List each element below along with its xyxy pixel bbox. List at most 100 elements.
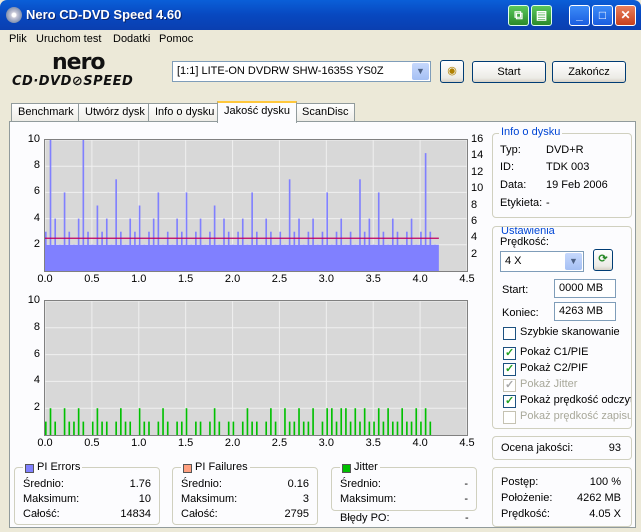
- tab-utworz-dysk[interactable]: Utwórz dysk: [78, 103, 152, 122]
- disc-type-value: DVD+R: [546, 144, 584, 156]
- x-tick-label: 4.5: [459, 437, 475, 449]
- bar: [91, 244, 94, 271]
- x-tick-label: 2.0: [224, 273, 241, 285]
- x-tick-label: 0.5: [84, 437, 100, 449]
- bar: [148, 231, 150, 271]
- bar: [420, 231, 422, 271]
- quick-scan-checkbox[interactable]: [503, 327, 516, 340]
- stop-button[interactable]: Zakończ: [552, 61, 626, 83]
- chevron-down-icon[interactable]: ▼: [565, 253, 582, 270]
- minimize-button[interactable]: _: [569, 5, 590, 26]
- bar: [157, 421, 160, 435]
- show-read-speed-label: Pokaż prędkość odczytu: [520, 394, 632, 406]
- bar: [424, 153, 427, 271]
- drive-select[interactable]: [1:1] LITE-ON DVDRW SHW-1635S YS0Z ▼: [172, 61, 431, 82]
- pie-avg-label: Średnio:: [23, 478, 64, 490]
- bar: [143, 244, 146, 271]
- bar: [288, 179, 291, 271]
- bar: [129, 218, 132, 271]
- bar: [387, 408, 389, 435]
- menu-pomoc[interactable]: Pomoc: [159, 33, 193, 45]
- bar: [54, 218, 57, 271]
- bar: [49, 140, 52, 271]
- pif-total-value: 2795: [284, 508, 309, 520]
- bar: [63, 192, 66, 271]
- save-icon[interactable]: ▤: [531, 5, 552, 26]
- bar: [63, 408, 66, 435]
- menu-plik[interactable]: Plik: [9, 33, 27, 45]
- disc-info-group: Info o dysku Typ: DVD+R ID: TDK 003 Data…: [492, 126, 632, 218]
- x-tick-label: 0.0: [37, 437, 53, 449]
- menu-dodatki[interactable]: Dodatki: [113, 33, 150, 45]
- bar: [180, 421, 183, 435]
- tab-scandisc[interactable]: ScanDisc: [295, 103, 356, 122]
- tab-info-o-dysku[interactable]: Info o dysku: [148, 103, 222, 122]
- pie-max-value: 10: [138, 493, 151, 505]
- bar: [77, 408, 80, 435]
- bar: [101, 231, 103, 271]
- bar: [77, 218, 80, 271]
- bar: [185, 408, 188, 435]
- chevron-down-icon[interactable]: ▼: [412, 63, 429, 80]
- show-pif-checkbox[interactable]: [503, 362, 516, 376]
- quick-scan-label: Szybkie skanowanie: [520, 326, 620, 338]
- bar: [209, 421, 211, 435]
- bar: [49, 408, 52, 435]
- refresh-speed-button[interactable]: ⟳: [593, 249, 613, 271]
- maximize-button[interactable]: □: [592, 5, 613, 26]
- pi-failures-chart: [44, 300, 468, 436]
- show-pie-checkbox[interactable]: [503, 346, 516, 360]
- bar: [415, 408, 418, 435]
- pi-errors-plot: [45, 140, 467, 271]
- y-right-tick-label: 2: [471, 247, 478, 260]
- disc-type-label: Typ:: [500, 144, 521, 156]
- bar: [265, 218, 268, 271]
- show-read-speed-checkbox[interactable]: [503, 394, 516, 408]
- end-field[interactable]: 4263 MB: [554, 302, 616, 321]
- settings-group: Ustawienia Prędkość: 4 X ▼ ⟳ Start: 0000…: [492, 226, 632, 429]
- pi-errors-stats: PI Errors Średnio: 1.76 Maksimum: 10 Cał…: [14, 461, 160, 525]
- pi-failures-swatch: [183, 464, 192, 473]
- bar: [227, 231, 230, 271]
- position-value: 4262 MB: [576, 492, 621, 504]
- disc-refresh-button[interactable]: ◉: [440, 60, 464, 83]
- bar: [162, 244, 164, 271]
- bar: [410, 218, 413, 271]
- bar: [359, 421, 361, 435]
- y-right-tick-label: 4: [471, 231, 478, 244]
- bar: [171, 244, 174, 271]
- bar: [373, 421, 375, 435]
- y-right-tick-label: 8: [471, 198, 478, 211]
- y-right-tick-label: 14: [471, 149, 484, 162]
- bar: [410, 421, 413, 435]
- bar: [101, 421, 103, 435]
- start-field[interactable]: 0000 MB: [554, 279, 616, 298]
- show-write-speed-label: Pokaż prędkość zapisu: [520, 410, 632, 422]
- bar: [96, 408, 99, 435]
- x-tick-label: 1.0: [131, 273, 147, 285]
- bar: [270, 408, 272, 435]
- show-pie-label: Pokaż C1/PIE: [520, 346, 589, 358]
- disc-eject-icon: ◉: [447, 65, 457, 77]
- bar: [312, 218, 314, 271]
- tab-benchmark[interactable]: Benchmark: [11, 103, 81, 122]
- quality-score-label: Ocena jakości:: [501, 442, 574, 454]
- jitter-max-label: Maksimum:: [340, 493, 397, 505]
- menu-uruchom-test[interactable]: Uruchom test: [36, 33, 101, 45]
- bar: [382, 421, 385, 435]
- y-tick-label: 10: [27, 294, 40, 306]
- tab-jakosc-dysku[interactable]: Jakość dysku: [217, 101, 298, 123]
- bar: [316, 244, 319, 271]
- pif-total-label: Całość:: [181, 508, 218, 520]
- po-errors-label: Błędy PO:: [340, 512, 390, 524]
- speed-select[interactable]: 4 X ▼: [500, 251, 584, 272]
- x-tick-label: 2.5: [271, 273, 288, 285]
- disc-id-value: TDK 003: [546, 161, 590, 173]
- bar: [424, 408, 427, 435]
- start-button[interactable]: Start: [472, 61, 546, 83]
- bar: [293, 421, 296, 435]
- x-tick-label: 3.0: [318, 273, 334, 285]
- close-button[interactable]: ✕: [615, 5, 636, 26]
- bar: [302, 421, 305, 435]
- copy-icon[interactable]: ⧉: [508, 5, 529, 26]
